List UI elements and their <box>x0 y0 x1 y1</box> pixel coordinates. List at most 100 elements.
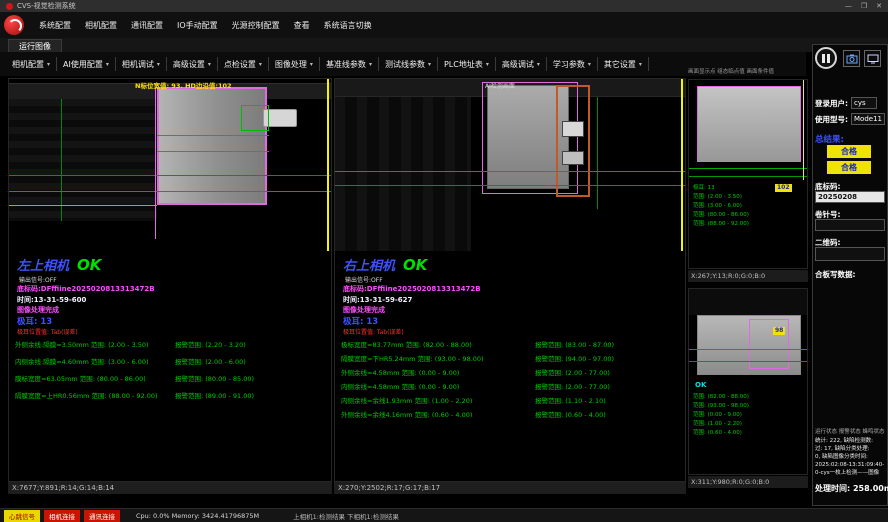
camera-capture-button[interactable] <box>843 50 860 67</box>
login-user-field[interactable]: cys <box>851 97 877 109</box>
measurement-value: 内侧余线=余线1.93mm 范围: (1.00 - 2.20) <box>341 395 472 405</box>
bright-feature <box>562 151 584 165</box>
result-label-row: 总结果: <box>815 133 844 145</box>
reference-line <box>689 361 808 362</box>
alarm-range: 报警范围: (2.00 - 77.00) <box>535 367 610 377</box>
measurement-row: 隔膜宽度=下HR5.24mm 范围: (93.00 - 98.00) 报警范围:… <box>335 351 685 365</box>
toolbar-item[interactable]: 相机配置 <box>6 57 57 71</box>
measurement-row: 外侧余线=4.58mm 范围: (0.00 - 9.00) 报警范围: (2.0… <box>335 365 685 379</box>
status-badge: 通讯连接 <box>84 510 120 522</box>
minimize-button[interactable]: — <box>845 0 852 12</box>
write-label-row: 合板写数据: <box>815 269 856 280</box>
timestamp: 时间:13-31-59-627 <box>343 295 412 305</box>
toolbar-item[interactable]: 高级调试 <box>496 57 547 71</box>
login-row: 登录用户: cys <box>815 97 877 109</box>
toolbar-item[interactable]: PLC地址表 <box>438 57 496 71</box>
process-status: 图像处理完成 <box>17 305 59 315</box>
camera-view-right[interactable]: AI检测画面 右上相机 OK 输出信号:OFF 底标码:DFffiine2025… <box>334 78 686 482</box>
app-logo-icon <box>6 3 13 10</box>
menu-item[interactable]: IO手动配置 <box>170 17 225 34</box>
yellow-boundary-line <box>803 80 804 180</box>
camera-status: OK <box>77 256 101 274</box>
measurement-value: 内侧余线:隔膜=4.60mm 范围: (3.00 - 6.00) <box>15 356 149 366</box>
close-button[interactable]: ✕ <box>876 0 882 12</box>
preview-readout-line: 范围: (2.00 - 3.50) <box>693 193 749 202</box>
menu-item[interactable]: 系统配置 <box>32 17 78 34</box>
alarm-range: 报警范围: (80.00 - 85.00) <box>175 373 254 383</box>
reference-line <box>689 349 808 350</box>
menu-item[interactable]: 相机配置 <box>78 17 124 34</box>
view-tab-row: 运行图像 <box>0 38 888 52</box>
alarm-range: 报警范围: (2.00 - 77.00) <box>535 381 610 391</box>
edge-measure-label: N标位宽值: 93. HD边沿值:102 <box>135 80 232 90</box>
toolbar-item[interactable]: 高级设置 <box>167 57 218 71</box>
measurement-row: 外侧余线:隔膜=3.50mm 范围: (2.00 - 3.50) 报警范围: (… <box>9 337 331 354</box>
model-label: 使用型号: <box>815 114 848 125</box>
stat-line: 过: 17, 缺陷分类处理: <box>815 445 887 453</box>
reference-line <box>335 171 685 172</box>
measurement-row: 内侧余线:隔膜=4.60mm 范围: (3.00 - 6.00) 报警范围: (… <box>9 354 331 371</box>
alarm-range: 报警范围: (94.00 - 97.00) <box>535 353 614 363</box>
measurement-row: 内侧余线=4.58mm 范围: (0.00 - 9.00) 报警范围: (2.0… <box>335 379 685 393</box>
camera-results-summary: 上相机1:检测结果 下相机1:检测结果 <box>293 511 399 521</box>
write-data-label: 合板写数据: <box>815 269 856 280</box>
tab-run-image[interactable]: 运行图像 <box>8 39 62 53</box>
measurement-value: 内侧余线=4.58mm 范围: (0.00 - 9.00) <box>341 381 459 391</box>
edge-line <box>157 135 269 136</box>
stats-lines: 统计: 222, 缺陷检测数:过: 17, 缺陷分类处理:0, 缺陷图像分类时间… <box>815 437 887 477</box>
menu-items: 系统配置相机配置通讯配置IO手动配置光源控制配置查看系统语言切换 <box>32 17 379 34</box>
toolbar-item[interactable]: 其它设置 <box>598 57 649 71</box>
reference-line <box>689 176 808 177</box>
camera-name: 右上相机 <box>343 255 395 274</box>
maximize-button[interactable]: ❐ <box>861 0 867 12</box>
stat-line: 0, 缺陷图像分类时间: <box>815 453 887 461</box>
monitor-display-button[interactable] <box>864 50 881 67</box>
preview-readout-line: 范围: (93.00 - 98.00) <box>693 402 749 411</box>
toolbar-item[interactable]: 基准线参数 <box>320 57 379 71</box>
menu-item[interactable]: 系统语言切换 <box>317 17 379 34</box>
roll-field[interactable] <box>815 219 885 231</box>
result-indicator-1: 合格 <box>827 145 871 158</box>
camera-icon <box>846 53 858 65</box>
preview-camera-1[interactable]: 102 极耳: 13范围: (2.00 - 3.50)范围: (3.00 - 6… <box>688 79 808 269</box>
menu-item[interactable]: 通讯配置 <box>124 17 170 34</box>
pause-icon <box>822 54 825 63</box>
preview-readout-lines: 极耳: 13范围: (2.00 - 3.50)范围: (3.00 - 6.00)… <box>693 184 749 229</box>
toolbar-item[interactable]: 测试线参数 <box>379 57 438 71</box>
preview-readout-line: 范围: (82.00 - 88.00) <box>693 393 749 402</box>
preview-status: OK <box>695 381 706 389</box>
preview-camera-2[interactable]: 98 OK 范围: (82.00 - 88.00)范围: (93.00 - 98… <box>688 288 808 475</box>
menu-item[interactable]: 查看 <box>287 17 317 34</box>
toolbar-item[interactable]: 点检设置 <box>218 57 269 71</box>
edge-value-chip: 98 <box>773 327 785 335</box>
preview-readout-line: 范围: (88.00 - 92.00) <box>693 220 749 229</box>
tab-position: 极耳位置值: Tab(误差) <box>17 327 78 336</box>
toolbar-item[interactable]: 图像处理 <box>269 57 320 71</box>
preview-readout-line: 范围: (80.00 - 86.00) <box>693 211 749 220</box>
app-window: CVS-视觉检测系统 — ❐ ✕ 系统配置相机配置通讯配置IO手动配置光源控制配… <box>0 0 888 522</box>
edge-value-chip: 102 <box>775 184 792 192</box>
toolbar-item[interactable]: AI使用配置 <box>57 57 116 71</box>
stats-header: 运行状态 报警状态 蜂鸣状态 <box>815 427 887 435</box>
tab-count: 极耳: 13 <box>17 315 52 327</box>
measurement-row: 隔膜宽度=上HR0.56mm 范围: (88.00 - 92.00) 报警范围:… <box>9 388 331 405</box>
menu-item[interactable]: 光源控制配置 <box>225 17 287 34</box>
machinery-texture <box>9 99 157 221</box>
stat-line: 2025:02:08-13:31:09:40- <box>815 461 887 469</box>
toolbar-item[interactable]: 相机调试 <box>116 57 167 71</box>
barcode-field[interactable]: 20250208 <box>815 191 885 203</box>
yellow-boundary-line <box>681 79 683 251</box>
camera-right-scene: AI检测画面 <box>335 79 685 251</box>
preview-readout-line: 范围: (0.60 - 4.00) <box>693 429 749 438</box>
brand-logo-icon <box>4 15 24 35</box>
monitor-icon <box>867 53 879 65</box>
qr-field[interactable] <box>815 247 885 261</box>
stat-line: 统计: 222, 缺陷检测数: <box>815 437 887 445</box>
reference-line <box>9 191 331 192</box>
model-field[interactable]: Mode11 <box>851 113 885 125</box>
toolbar-item[interactable]: 学习参数 <box>547 57 598 71</box>
camera-view-left[interactable]: N标位宽值: 93. HD边沿值:102 左上相机 OK 输出信号:OFF 底标… <box>8 78 332 482</box>
pixel-coords-right: X:270;Y:2502;R:17;G:17;B:17 <box>334 482 686 494</box>
reference-line <box>689 168 808 169</box>
pause-button[interactable] <box>815 47 837 69</box>
